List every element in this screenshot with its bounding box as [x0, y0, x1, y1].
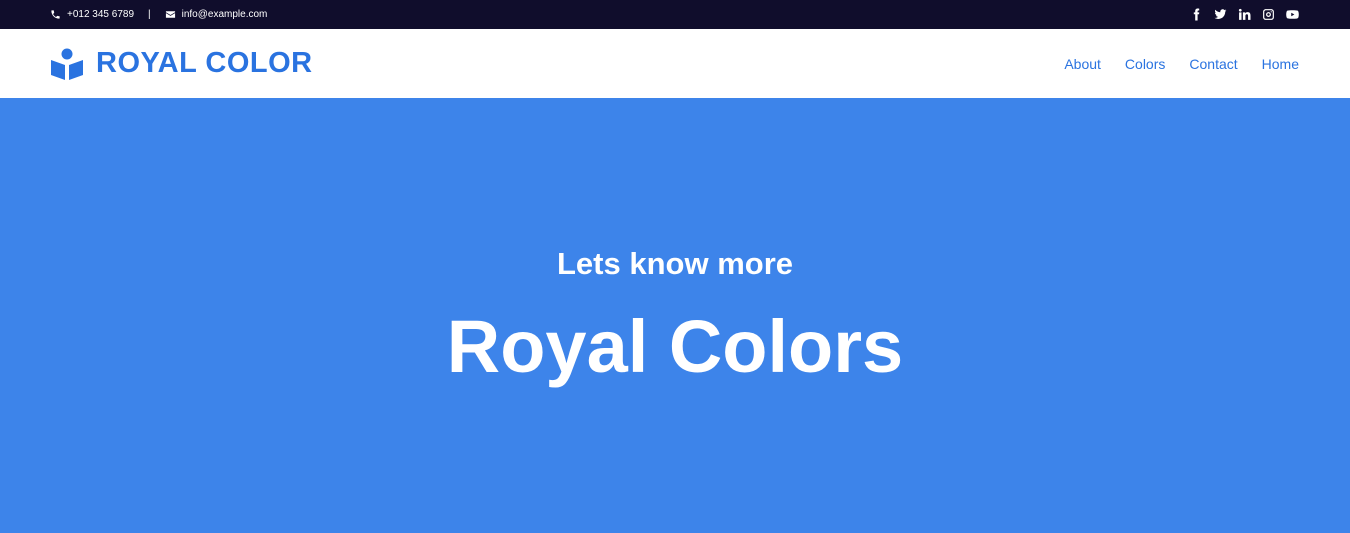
- nav-link-contact[interactable]: Contact: [1189, 56, 1237, 72]
- primary-nav: About Colors Contact Home: [1040, 29, 1299, 98]
- contact-separator: |: [148, 9, 151, 20]
- phone-contact[interactable]: +012 345 6789: [50, 9, 134, 20]
- envelope-icon: [165, 11, 175, 18]
- linkedin-icon: [1238, 8, 1251, 20]
- facebook-icon: [1193, 8, 1199, 21]
- contact-info: +012 345 6789 | info@example.com: [50, 0, 267, 29]
- instagram-icon: [1262, 9, 1274, 20]
- top-bar: +012 345 6789 | info@example.com: [0, 0, 1350, 29]
- nav-link-about[interactable]: About: [1064, 56, 1101, 72]
- youtube-link[interactable]: [1284, 7, 1300, 23]
- instagram-link[interactable]: [1260, 7, 1276, 23]
- nav-link-home[interactable]: Home: [1262, 56, 1299, 72]
- facebook-link[interactable]: [1188, 7, 1204, 23]
- social-links: [1180, 0, 1300, 29]
- main-navbar: ROYAL COLOR About Colors Contact Home: [0, 29, 1350, 98]
- linkedin-link[interactable]: [1236, 7, 1252, 23]
- brand-name: ROYAL COLOR: [96, 47, 313, 79]
- twitter-icon: [1214, 9, 1226, 19]
- email-contact[interactable]: info@example.com: [165, 9, 268, 20]
- twitter-link[interactable]: [1212, 7, 1228, 23]
- phone-icon: [51, 10, 60, 19]
- hero-title: Royal Colors: [446, 305, 904, 388]
- phone-number: +012 345 6789: [67, 9, 135, 20]
- hero-subtitle: Lets know more: [557, 246, 793, 281]
- email-address: info@example.com: [181, 9, 268, 20]
- reader-icon: [51, 48, 83, 80]
- hero-banner: Lets know more Royal Colors: [0, 98, 1350, 533]
- nav-link-colors[interactable]: Colors: [1125, 56, 1165, 72]
- youtube-icon: [1285, 10, 1299, 19]
- brand-logo[interactable]: ROYAL COLOR: [50, 29, 313, 98]
